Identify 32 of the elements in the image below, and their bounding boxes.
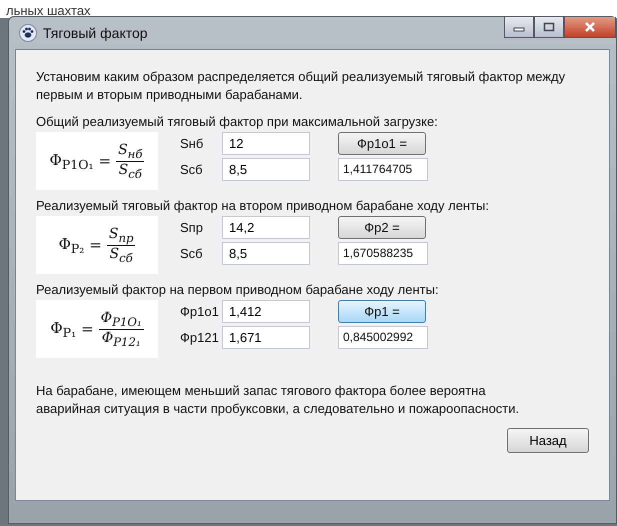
intro-text: Установим каким образом распределяется общий реализуемый тяговый фактор между первым и вторым приводными барабанами.: [36, 68, 566, 104]
minimize-button[interactable]: [504, 17, 534, 38]
maximize-button[interactable]: [534, 17, 564, 38]
field-label: Фр1о1: [180, 304, 220, 319]
back-button[interactable]: Назад: [507, 428, 589, 453]
window-title: Тяговый фактор: [43, 25, 148, 41]
section-heading: Реализуемый тяговый фактор на втором приводном барабане ходу ленты:: [36, 198, 490, 213]
input-field[interactable]: 14,2: [222, 216, 310, 239]
calculate-button[interactable]: Фр1о1 =: [338, 132, 426, 155]
section-heading: Общий реализуемый тяговый фактор при максимальной загрузке:: [36, 114, 439, 129]
result-field[interactable]: 1,411764705: [338, 158, 428, 181]
calculate-button[interactable]: Фр1 =: [338, 300, 426, 323]
result-field[interactable]: 0,845002992: [338, 326, 428, 349]
close-button[interactable]: [564, 17, 616, 38]
field-label: Sнб: [180, 136, 204, 151]
input-field[interactable]: 1,671: [222, 326, 310, 349]
calculate-button[interactable]: Фр2 =: [338, 216, 426, 239]
input-field[interactable]: 8,5: [222, 242, 310, 265]
field-label: Фр121: [180, 330, 220, 345]
field-label: Sпр: [180, 220, 204, 235]
conclusion-text: На барабане, имеющем меньший запас тягового фактора более вероятна аварийная ситуация в части пробуксовки, а следовательно и пожароопасности.: [36, 382, 520, 418]
section-heading: Реализуемый фактор на первом приводном барабане ходу ленты:: [36, 282, 440, 297]
field-label: Sсб: [180, 246, 204, 261]
result-field[interactable]: 1,670588235: [338, 242, 428, 265]
field-label: Sсб: [180, 162, 204, 177]
input-field[interactable]: 1,412: [222, 300, 310, 323]
input-field[interactable]: 8,5: [222, 158, 310, 181]
close-icon: [583, 21, 597, 33]
input-field[interactable]: 12: [222, 132, 310, 155]
paw-icon: [19, 24, 37, 42]
background-text: льных шахтах: [6, 3, 91, 18]
maximize-icon: [543, 22, 555, 32]
